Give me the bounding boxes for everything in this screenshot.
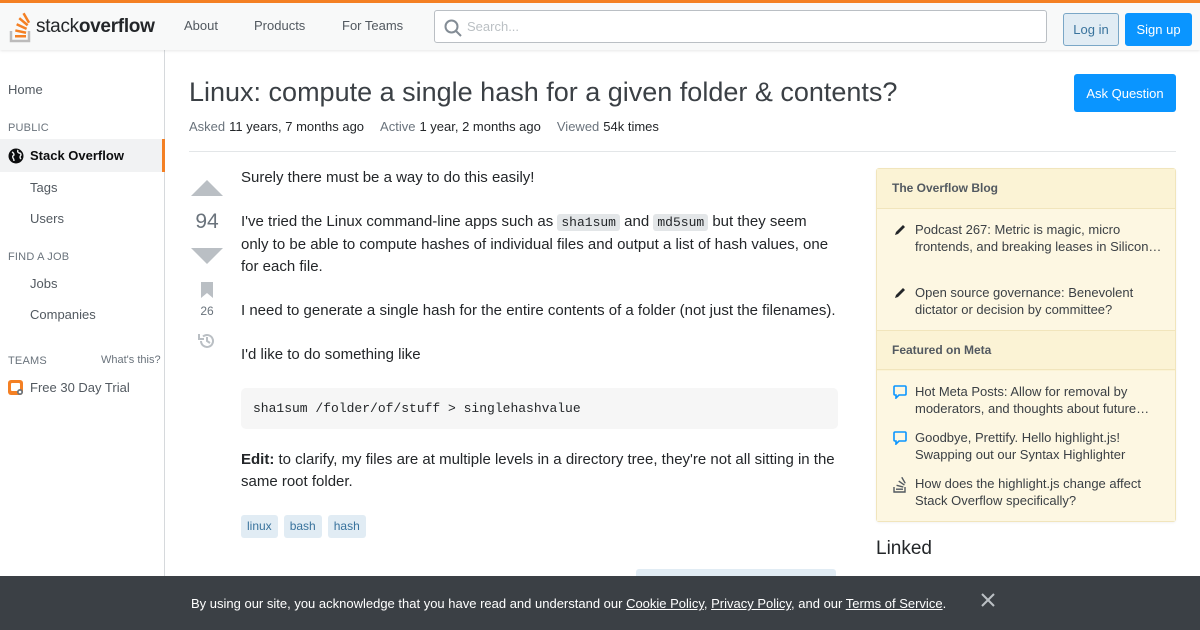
sidebar-item-stack-overflow[interactable]: Stack Overflow [0, 139, 165, 172]
overflow-blog-widget: The Overflow Blog Podcast 267: Metric is… [876, 168, 1176, 522]
asked-info: Asked 11 years, 7 months ago [189, 119, 365, 134]
cookie-policy-link[interactable]: Cookie Policy [626, 596, 704, 611]
tag-hash[interactable]: hash [327, 515, 366, 538]
active-info[interactable]: Active 1 year, 2 months ago [380, 119, 541, 134]
question-meta: Asked 11 years, 7 months ago Active 1 year… [189, 119, 659, 134]
sidebar-heading-public: PUBLIC [8, 122, 49, 134]
header-divider [189, 151, 1176, 152]
bookmark-icon[interactable] [199, 281, 215, 299]
close-icon[interactable] [980, 592, 996, 608]
sidebar-heading-teams: TEAMS [8, 355, 47, 367]
stackoverflow-logo-icon [9, 12, 31, 43]
blog-list: Podcast 267: Metric is magic, micro fron… [877, 209, 1175, 330]
code-block: sha1sum /folder/of/stuff > singlehashval… [241, 388, 838, 429]
pencil-icon [895, 225, 905, 235]
question-title[interactable]: Linux: compute a single hash for a given… [189, 75, 1049, 110]
bookmark-count: 26 [200, 304, 214, 318]
terms-of-service-link[interactable]: Terms of Service [846, 596, 943, 611]
meta-heading: Featured on Meta [877, 330, 1175, 370]
sidebar-item-label: Free 30 Day Trial [30, 379, 130, 395]
linked-heading: Linked [876, 538, 932, 559]
signup-button[interactable]: Sign up [1125, 13, 1192, 46]
nav-products[interactable]: Products [254, 16, 305, 35]
viewed-info: Viewed 54k times [556, 119, 659, 134]
history-icon[interactable] [197, 331, 217, 351]
upvote-arrow-icon[interactable] [190, 178, 224, 198]
meta-item[interactable]: Hot Meta Posts: Allow for removal by mod… [893, 383, 1163, 417]
inline-code: md5sum [653, 214, 709, 231]
body-paragraph: Edit: to clarify, my files are at multip… [241, 451, 835, 490]
body-paragraph: I need to generate a single hash for the… [241, 302, 836, 319]
tag-list: linux bash hash [241, 515, 838, 538]
cookie-banner: By using our site, you acknowledge that … [0, 576, 1200, 630]
search-icon [444, 19, 462, 37]
ask-question-button[interactable]: Ask Question [1074, 74, 1176, 112]
cookie-notice-text: By using our site, you acknowledge that … [191, 596, 947, 611]
sidebar-item-tags[interactable]: Tags [30, 180, 57, 195]
question-body: Surely there must be a way to do this ea… [241, 167, 838, 538]
stack-exchange-icon [893, 476, 906, 493]
inline-code: sha1sum [557, 214, 620, 231]
blog-heading: The Overflow Blog [877, 169, 1175, 209]
blog-item[interactable]: Podcast 267: Metric is magic, micro fron… [893, 221, 1163, 255]
search-box[interactable] [434, 10, 1047, 43]
sidebar-item-home[interactable]: Home [8, 82, 43, 97]
sidebar-item-label: Stack Overflow [30, 148, 124, 163]
blog-item[interactable]: Open source governance: Benevolent dicta… [893, 284, 1163, 318]
teams-briefcase-icon [8, 380, 23, 395]
sidebar-heading-find-a-job: FIND A JOB [8, 251, 70, 263]
chat-bubble-icon [893, 431, 907, 446]
pencil-icon [895, 288, 905, 298]
sidebar-item-users[interactable]: Users [30, 211, 64, 226]
privacy-policy-link[interactable]: Privacy Policy [711, 596, 791, 611]
left-sidebar: Home PUBLIC Stack Overflow Tags Users FI… [0, 50, 165, 630]
teams-whats-this-link[interactable]: What's this? [101, 354, 161, 366]
sidebar-item-free-trial[interactable]: Free 30 Day Trial [8, 379, 130, 395]
meta-list: Hot Meta Posts: Allow for removal by mod… [877, 371, 1175, 521]
site-logo[interactable]: stackoverflow [8, 10, 155, 44]
body-paragraph: I'd like to do something like [241, 346, 421, 363]
globe-icon [8, 148, 24, 163]
downvote-arrow-icon[interactable] [190, 246, 224, 266]
top-bar: stackoverflow About Products For Teams L… [0, 0, 1200, 50]
tag-linux[interactable]: linux [241, 515, 278, 538]
nav-for-teams[interactable]: For Teams [342, 16, 403, 35]
login-button[interactable]: Log in [1063, 13, 1119, 46]
meta-item[interactable]: Goodbye, Prettify. Hello highlight.js! S… [893, 429, 1163, 463]
meta-item[interactable]: How does the highlight.js change affect … [893, 475, 1163, 509]
tag-bash[interactable]: bash [283, 515, 322, 538]
search-input[interactable] [467, 11, 1037, 42]
vote-count: 94 [195, 210, 219, 233]
body-paragraph: Surely there must be a way to do this ea… [241, 169, 535, 186]
sidebar-item-companies[interactable]: Companies [30, 307, 96, 322]
logo-wordmark: stackoverflow [36, 16, 155, 37]
nav-about[interactable]: About [184, 16, 218, 35]
chat-bubble-icon [893, 385, 907, 400]
body-paragraph: I've tried the Linux command-line apps s… [241, 213, 829, 275]
sidebar-item-jobs[interactable]: Jobs [30, 276, 57, 291]
